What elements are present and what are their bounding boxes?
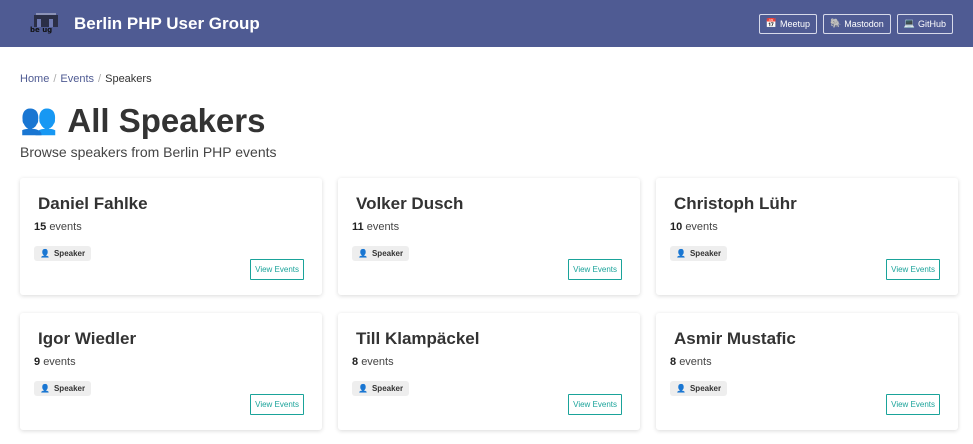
speaker-card: Igor Wiedler 9 events 👤 Speaker View Even… [20,313,322,430]
view-events-button[interactable]: View Events [886,394,940,415]
github-label: GitHub [917,18,946,29]
event-count: 8 events [352,356,626,368]
event-count-number: 11 [352,221,364,233]
person-icon: 👤 [676,249,686,258]
berlin-php-logo-icon: be ug [30,12,62,35]
speaker-badge-label: Speaker [689,249,722,258]
mastodon-link-button[interactable]: 🐘 Mastodon [823,13,891,34]
top-navbar: be ug Berlin PHP User Group 📅 Meetup 🐘 M… [0,0,973,47]
speaker-badge-label: Speaker [689,384,722,393]
view-events-button[interactable]: View Events [886,259,940,280]
breadcrumb-separator: / [98,73,102,85]
page-subtitle: Browse speakers from Berlin PHP events [20,144,277,160]
github-link-button[interactable]: 💻 GitHub [896,13,953,34]
speaker-card: Volker Dusch 11 events 👤 Speaker View Eve… [338,178,640,295]
event-count-label: events [366,221,400,233]
view-events-button[interactable]: View Events [568,259,622,280]
speaker-name: Igor Wiedler [38,329,137,348]
header-links: 📅 Meetup 🐘 Mastodon 💻 GitHub [758,13,953,34]
view-events-button[interactable]: View Events [250,259,304,280]
meetup-label: Meetup [779,18,811,29]
speaker-name: Volker Dusch [356,194,464,213]
page-title-text: All Speakers [67,101,266,139]
person-icon: 👤 [358,384,368,393]
speaker-badge-label: Speaker [53,384,86,393]
speaker-card: Asmir Mustafic 8 events 👤 Speaker View Ev… [656,313,958,430]
speaker-badge: 👤 Speaker [34,381,92,396]
mastodon-label: Mastodon [844,18,884,29]
meetup-link-button[interactable]: 📅 Meetup [758,13,818,34]
person-icon: 👤 [40,249,50,258]
event-count: 10 events [670,221,944,233]
event-count: 9 events [34,356,308,368]
speaker-badge: 👤 Speaker [34,246,92,261]
event-count-label: events [49,221,82,233]
event-count-label: events [361,356,394,368]
event-count-label: events [43,356,76,368]
breadcrumb: Home / Events / Speakers [20,73,953,85]
event-count-label: events [679,356,712,368]
speaker-name: Asmir Mustafic [674,329,796,348]
view-events-button[interactable]: View Events [568,394,622,415]
calendar-icon: 📅 [765,18,777,28]
event-count-label: events [685,221,718,233]
speaker-badge: 👤 Speaker [352,246,410,261]
logo-text: be ug [30,25,53,34]
speaker-card: Till Klampäckel 8 events 👤 Speaker View E… [338,313,640,430]
view-events-button[interactable]: View Events [250,394,304,415]
elephant-icon: 🐘 [830,18,842,28]
event-count-number: 15 [34,221,47,233]
speaker-badge: 👤 Speaker [352,381,410,396]
person-icon: 👤 [676,384,686,393]
breadcrumb-separator: / [53,73,57,85]
speaker-name: Daniel Fahlke [38,194,148,213]
person-icon: 👤 [40,384,50,393]
speaker-name: Till Klampäckel [356,329,480,348]
speaker-badge-label: Speaker [371,384,404,393]
page-title: 👥 All Speakers [20,102,953,138]
event-count: 8 events [670,356,944,368]
speaker-badge: 👤 Speaker [670,381,728,396]
laptop-icon: 💻 [903,18,915,28]
speaker-card: Daniel Fahlke 15 events 👤 Speaker View Ev… [20,178,322,295]
speaker-grid: Daniel Fahlke 15 events 👤 Speaker View Ev… [20,178,958,430]
breadcrumb-events[interactable]: Events [60,73,94,85]
breadcrumb-current: Speakers [105,73,152,85]
speaker-badge-label: Speaker [53,249,86,258]
event-count-number: 8 [352,356,359,368]
event-count-number: 9 [34,356,41,368]
site-title[interactable]: Berlin PHP User Group [74,14,260,34]
event-count-number: 10 [670,221,683,233]
event-count: 15 events [34,221,308,233]
speaker-name: Christoph Lühr [674,194,797,213]
brand[interactable]: be ug Berlin PHP User Group [30,12,260,35]
person-icon: 👤 [358,249,368,258]
event-count-number: 8 [670,356,677,368]
speaker-card: Christoph Lühr 10 events 👤 Speaker View E… [656,178,958,295]
speaker-badge: 👤 Speaker [670,246,728,261]
people-icon: 👥 [20,102,58,137]
speaker-badge-label: Speaker [371,249,404,258]
event-count: 11 events [352,221,626,233]
breadcrumb-home[interactable]: Home [20,73,49,85]
main-content: Home / Events / Speakers 👥 All Speakers … [0,73,973,430]
